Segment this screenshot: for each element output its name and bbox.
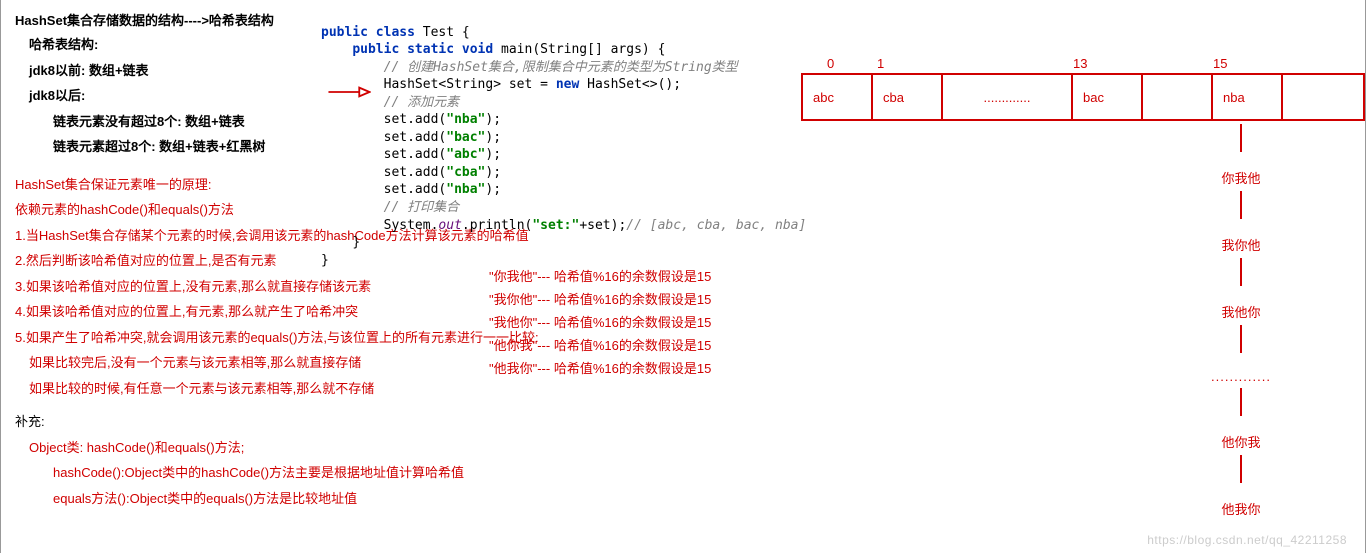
list-node: 他我你 (1211, 499, 1271, 518)
bucket-cell: nba (1213, 75, 1283, 119)
supplement-title: 补充: (15, 412, 1365, 432)
bucket-cell: cba (873, 75, 943, 119)
obj-line: Object类: hashCode()和equals()方法; (29, 438, 1365, 458)
list-node: 我你他 (1211, 235, 1271, 254)
hash-table-diagram: 0 1 13 15 abc cba ............. bac nba (801, 56, 1365, 121)
hash-row: "我你他"--- 哈希值%16的余数假设是15 (489, 289, 711, 308)
hash-row: "我他你"--- 哈希值%16的余数假设是15 (489, 312, 711, 331)
bucket-cell: bac (1073, 75, 1143, 119)
hashcode-line: hashCode():Object类中的hashCode()方法主要是根据地址值… (53, 463, 1365, 483)
bucket-index: 15 (1211, 56, 1281, 71)
bucket-cell-dots: ............. (943, 75, 1073, 119)
list-dots: ............. (1211, 369, 1271, 384)
equals-line: equals方法():Object类中的equals()方法是比较地址值 (53, 489, 1365, 509)
list-node: 你我他 (1211, 168, 1271, 187)
linked-list: 你我他 我你他 我他你 ............. 他你我 他我你 (1211, 120, 1271, 518)
code-block: public class Test { public static void m… (321, 6, 806, 269)
hash-examples: "你我他"--- 哈希值%16的余数假设是15 "我你他"--- 哈希值%16的… (489, 266, 711, 381)
list-node: 他你我 (1211, 432, 1271, 451)
step-5b: 如果比较的时候,有任意一个元素与该元素相等,那么就不存储 (29, 379, 1365, 399)
bucket-index: 1 (871, 56, 941, 71)
bucket-index: 0 (801, 56, 871, 71)
bucket-cell (1283, 75, 1363, 119)
arrow-icon (327, 84, 371, 100)
hash-row: "你我他"--- 哈希值%16的余数假设是15 (489, 266, 711, 285)
hash-row: "他我你"--- 哈希值%16的余数假设是15 (489, 358, 711, 377)
bucket-cell (1143, 75, 1213, 119)
bucket-cell: abc (803, 75, 873, 119)
bucket-index: 13 (1071, 56, 1141, 71)
hash-row: "他你我"--- 哈希值%16的余数假设是15 (489, 335, 711, 354)
list-node: 我他你 (1211, 302, 1271, 321)
watermark: https://blog.csdn.net/qq_42211258 (1147, 533, 1347, 547)
